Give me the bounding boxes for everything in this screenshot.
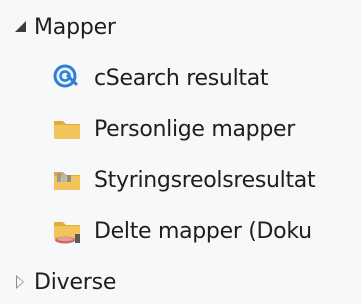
tree-item-delte-mapper[interactable]: Delte mapper (Doku bbox=[52, 211, 312, 251]
tree-item-personlige-mapper[interactable]: Personlige mapper bbox=[52, 109, 295, 149]
tree-group-label: Mapper bbox=[34, 14, 116, 40]
tree-item-styringsreolsresultat[interactable]: Styringsreolsresultat bbox=[52, 160, 316, 200]
tree-item-label: Personlige mapper bbox=[94, 116, 295, 142]
tree-group-diverse[interactable]: Diverse bbox=[14, 262, 116, 302]
folder-icon bbox=[52, 114, 82, 144]
tree-group-label: Diverse bbox=[34, 269, 117, 295]
tree-item-label: Styringsreolsresultat bbox=[94, 167, 316, 193]
tree-item-csearch-resultat[interactable]: cSearch resultat bbox=[52, 58, 269, 98]
folder-tree: Mapper cSearch resultat Personlige mappe… bbox=[0, 0, 361, 304]
shared-folder-icon bbox=[52, 216, 82, 246]
tree-item-label: cSearch resultat bbox=[94, 65, 269, 91]
tree-item-label: Delte mapper (Doku bbox=[94, 218, 312, 244]
collapse-arrow-icon[interactable] bbox=[14, 275, 28, 289]
archive-folder-icon bbox=[52, 165, 82, 195]
tree-group-mapper[interactable]: Mapper bbox=[14, 7, 116, 47]
expand-arrow-icon[interactable] bbox=[14, 20, 28, 34]
search-results-icon bbox=[52, 63, 82, 93]
